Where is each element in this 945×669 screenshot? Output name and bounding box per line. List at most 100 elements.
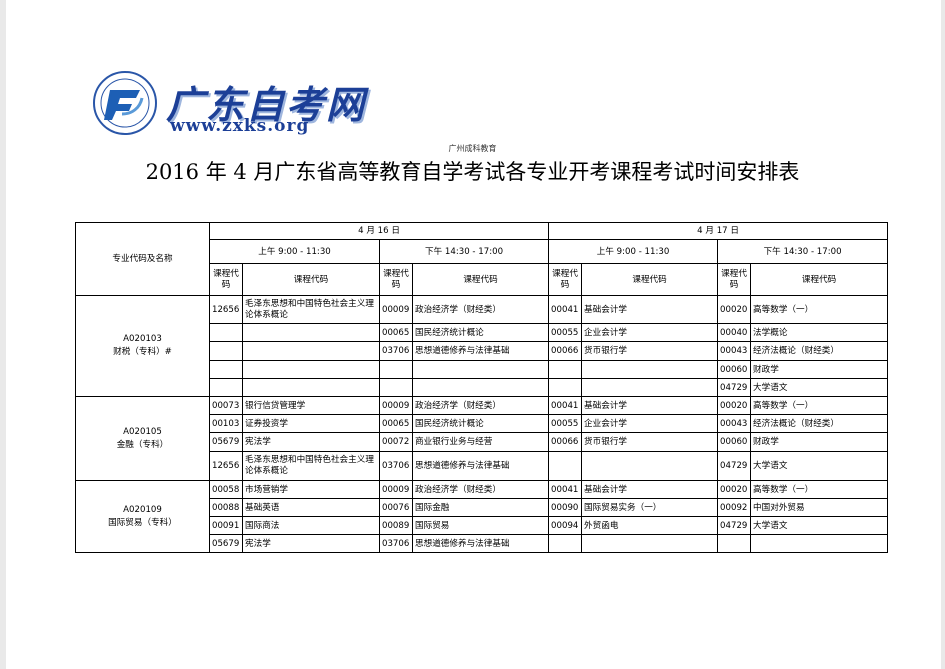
site-logo: 广东自考网 www.zxks.org (92, 70, 377, 140)
zxks-emblem-icon (93, 71, 157, 135)
major-cell: A020105 金融（专科） (75, 396, 210, 481)
major-header: 专业代码及名称 (75, 222, 210, 296)
course-code: 05679 (209, 534, 243, 553)
course-code (548, 451, 583, 481)
course-name: 经济法概论（财经类） (750, 414, 889, 433)
course-name (411, 360, 550, 379)
course-code: 00020 (717, 295, 752, 324)
course-name: 基础会计学 (581, 480, 719, 499)
course-code: 00076 (379, 498, 413, 517)
course-code: 00009 (379, 295, 413, 324)
course-name: 银行信贷管理学 (242, 396, 380, 415)
course-name (581, 451, 719, 481)
day-header: 4 月 16 日 (208, 222, 550, 240)
table-row: A020105 金融（专科） 00073 银行信贷管理学 00009 政治经济学（财经类）… (75, 396, 889, 481)
course-name (242, 378, 380, 397)
course-name: 法学概论 (750, 323, 889, 342)
page-edge-right (941, 0, 945, 669)
major-name: 金融（专科） (116, 439, 169, 450)
course-code: 04729 (717, 451, 752, 481)
exam-schedule-table: 专业代码及名称 4 月 16 日 4 月 17 日 上午 9:00 - 11:3… (75, 222, 889, 553)
course-name: 基础英语 (242, 498, 380, 517)
session-header: 上午 9:00 - 11:30 (209, 239, 380, 264)
logo-url: www.zxks.org (170, 116, 310, 136)
course-name (581, 360, 719, 379)
course-name: 宪法学 (242, 432, 380, 452)
course-name: 外贸函电 (581, 516, 719, 535)
course-name-header: 课程代码 (242, 263, 380, 296)
course-code: 00055 (548, 323, 583, 342)
course-name: 政治经济学（财经类） (411, 480, 550, 499)
course-code-header: 课程代码 (717, 263, 752, 296)
course-name: 企业会计学 (581, 414, 719, 433)
course-code: 00020 (717, 396, 752, 415)
course-code: 00066 (548, 341, 583, 361)
table-row: A020109 国际贸易（专科） 00058 市场营销学 00009 政治经济学（财经类）… (75, 480, 889, 553)
course-name (581, 378, 719, 397)
course-name: 国民经济统计概论 (411, 414, 550, 433)
course-name: 财政学 (750, 432, 889, 452)
course-name: 毛泽东思想和中国特色社会主义理论体系概论 (242, 451, 380, 481)
course-name: 市场营销学 (242, 480, 380, 499)
course-code: 03706 (379, 451, 413, 481)
course-name: 国际金融 (411, 498, 550, 517)
course-name: 大学语文 (750, 451, 889, 481)
course-code: 00073 (209, 396, 243, 415)
course-code: 00009 (379, 480, 413, 499)
course-name: 大学语文 (750, 378, 889, 397)
course-code: 00043 (717, 341, 752, 361)
course-code-header: 课程代码 (209, 263, 243, 296)
major-code: A020109 (123, 504, 162, 515)
course-name: 国民经济统计概论 (411, 323, 550, 342)
course-name: 思想道德修养与法律基础 (411, 534, 550, 553)
session-header: 下午 14:30 - 17:00 (378, 239, 550, 264)
course-code: 00058 (209, 480, 243, 499)
course-code: 12656 (209, 295, 243, 324)
course-name: 商业银行业务与经营 (411, 432, 550, 452)
course-name: 宪法学 (242, 534, 380, 553)
course-name-header: 课程代码 (750, 263, 889, 296)
course-name: 国际贸易 (411, 516, 550, 535)
course-name: 高等数学（一） (750, 295, 889, 324)
course-name: 货币银行学 (581, 341, 719, 361)
course-name (750, 534, 889, 553)
course-code: 05679 (209, 432, 243, 452)
course-name: 政治经济学（财经类） (411, 396, 550, 415)
course-code (209, 323, 243, 342)
course-code (548, 534, 583, 553)
course-name (242, 323, 380, 342)
course-code: 12656 (209, 451, 243, 481)
table-row: A020103 财税（专科）# 12656 毛泽东思想和中国特色社会主义理论体系概论 0… (75, 295, 889, 397)
course-code: 00072 (379, 432, 413, 452)
course-name-header: 课程代码 (411, 263, 550, 296)
course-code: 03706 (379, 341, 413, 361)
course-code: 00088 (209, 498, 243, 517)
page-title: 2016 年 4 月广东省高等教育自学考试各专业开考课程考试时间安排表 (145, 160, 800, 184)
course-name: 证券投资学 (242, 414, 380, 433)
course-code: 00040 (717, 323, 752, 342)
course-name: 思想道德修养与法律基础 (411, 341, 550, 361)
course-code (379, 360, 413, 379)
course-code: 00092 (717, 498, 752, 517)
course-name (411, 378, 550, 397)
course-code: 00103 (209, 414, 243, 433)
course-name: 政治经济学（财经类） (411, 295, 550, 324)
major-name: 国际贸易（专科） (108, 517, 177, 528)
day-header: 4 月 17 日 (548, 222, 889, 240)
course-name: 基础会计学 (581, 295, 719, 324)
course-code-header: 课程代码 (379, 263, 413, 296)
course-code: 00066 (548, 432, 583, 452)
major-cell: A020109 国际贸易（专科） (75, 480, 210, 553)
course-name: 国际贸易实务（一） (581, 498, 719, 517)
major-name: 财税（专科）# (113, 347, 172, 357)
course-name: 大学语文 (750, 516, 889, 535)
course-code: 03706 (379, 534, 413, 553)
course-code (209, 341, 243, 361)
course-code: 00089 (379, 516, 413, 535)
course-name (242, 341, 380, 361)
course-name-header: 课程代码 (581, 263, 719, 296)
course-name: 中国对外贸易 (750, 498, 889, 517)
course-code (379, 378, 413, 397)
session-header: 下午 14:30 - 17:00 (717, 239, 889, 264)
course-code: 00041 (548, 396, 583, 415)
